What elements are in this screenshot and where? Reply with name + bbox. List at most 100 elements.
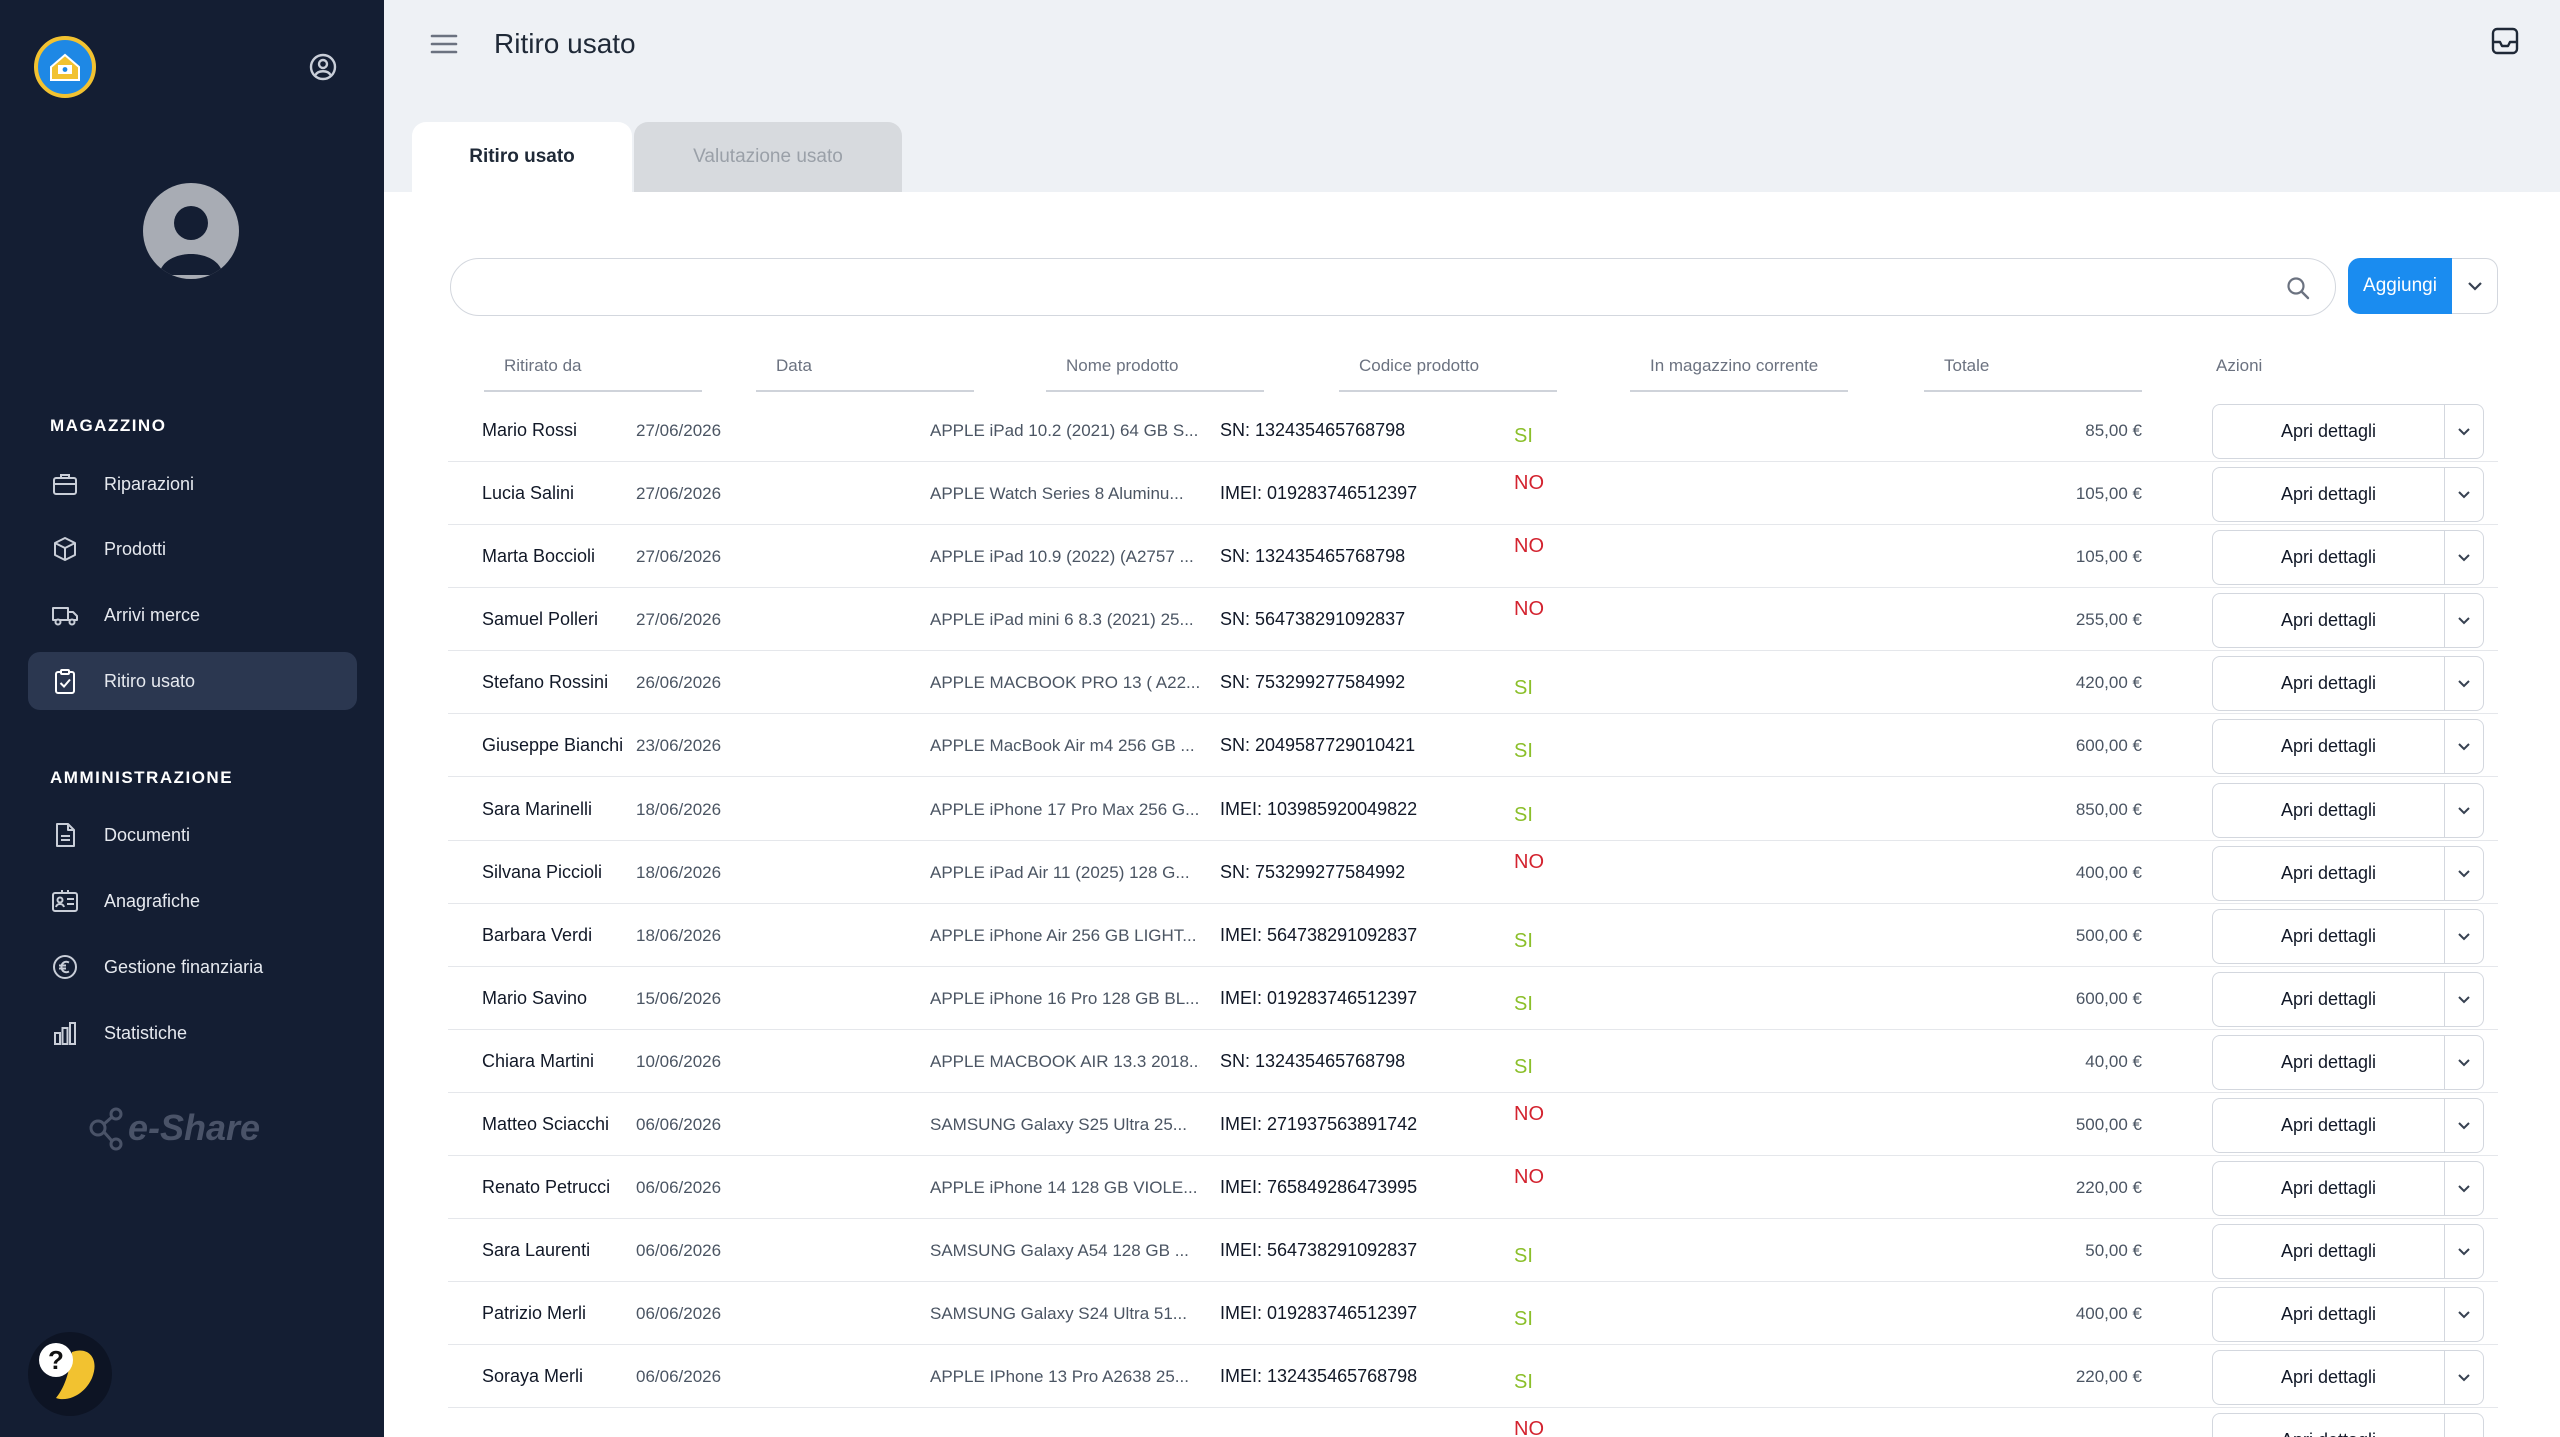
open-details-button[interactable]: Apri dettagli (2213, 847, 2445, 900)
cell-totale: 220,00 € (2075, 1177, 2142, 1197)
sidebar-item-statistiche[interactable]: Statistiche (28, 1004, 357, 1062)
open-details-button[interactable]: Apri dettagli (2213, 531, 2445, 584)
add-button[interactable]: Aggiungi (2348, 258, 2452, 314)
table-row[interactable]: Sara Laurenti 06/06/2026 SAMSUNG Galaxy A5… (448, 1219, 2498, 1282)
cell-totale: 85,00 € (2085, 420, 2142, 440)
open-details-button[interactable]: Apri dettagli (2213, 973, 2445, 1026)
table-row[interactable]: Barbara Verdi 18/06/2026 APPLE iPhone Air … (448, 904, 2498, 967)
table-row[interactable]: Matteo Sciacchi 06/06/2026 SAMSUNG Galaxy … (448, 1093, 2498, 1156)
table-row[interactable]: NO Apri dettagli (448, 1408, 2498, 1437)
open-details-button[interactable]: Apri dettagli (2213, 468, 2445, 521)
row-action-dropdown[interactable] (2445, 594, 2483, 647)
row-action-dropdown[interactable] (2445, 468, 2483, 521)
open-details-button[interactable]: Apri dettagli (2213, 1288, 2445, 1341)
cell-totale: 220,00 € (2075, 1366, 2142, 1386)
user-circle-icon[interactable] (306, 50, 340, 84)
row-action-dropdown[interactable] (2445, 720, 2483, 773)
column-underline (1924, 390, 2142, 392)
clipboard-icon (50, 666, 80, 696)
table-row[interactable]: Stefano Rossini 26/06/2026 APPLE MACBOOK P… (448, 651, 2498, 714)
sidebar-item-arrivi-merce[interactable]: Arrivi merce (28, 586, 357, 644)
cell-totale: 600,00 € (2075, 988, 2142, 1008)
sidebar-item-label: Riparazioni (104, 473, 195, 494)
sidebar-item-ritiro-usato[interactable]: Ritiro usato (28, 652, 357, 710)
column-header-in-magazzino[interactable]: In magazzino corrente (1650, 356, 1818, 376)
row-action-dropdown[interactable] (2445, 847, 2483, 900)
column-header-codice-prodotto[interactable]: Codice prodotto (1359, 356, 1479, 376)
app-logo[interactable] (34, 36, 96, 98)
row-action-split-button: Apri dettagli (2212, 530, 2484, 585)
table-row[interactable]: Lucia Salini 27/06/2026 APPLE Watch Series… (448, 462, 2498, 525)
add-dropdown-button[interactable] (2452, 258, 2498, 314)
open-details-button[interactable]: Apri dettagli (2213, 405, 2445, 458)
cell-codice-prodotto: IMEI: 103985920049822 (1220, 799, 1418, 819)
row-action-dropdown[interactable] (2445, 1225, 2483, 1278)
table-row[interactable]: Patrizio Merli 06/06/2026 SAMSUNG Galaxy S… (448, 1282, 2498, 1345)
tab-valutazione-usato[interactable]: Valutazione usato (634, 122, 902, 192)
open-details-button[interactable]: Apri dettagli (2213, 1162, 2445, 1215)
table-row[interactable]: Samuel Polleri 27/06/2026 APPLE iPad mini … (448, 588, 2498, 651)
table-row[interactable]: Marta Boccioli 27/06/2026 APPLE iPad 10.9 … (448, 525, 2498, 588)
cell-data: 27/06/2026 (636, 546, 722, 566)
search-icon[interactable] (2285, 275, 2311, 301)
row-action-dropdown[interactable] (2445, 1099, 2483, 1152)
open-details-button[interactable]: Apri dettagli (2213, 1036, 2445, 1089)
row-action-dropdown[interactable] (2445, 1414, 2483, 1437)
open-details-button[interactable]: Apri dettagli (2213, 720, 2445, 773)
table-row[interactable]: Chiara Martini 10/06/2026 APPLE MACBOOK AI… (448, 1030, 2498, 1093)
tab-ritiro-usato[interactable]: Ritiro usato (412, 122, 632, 192)
help-icon[interactable]: ? (26, 1330, 114, 1418)
avatar[interactable] (143, 183, 239, 279)
table-row[interactable]: Renato Petrucci 06/06/2026 APPLE iPhone 14… (448, 1156, 2498, 1219)
section-title-amministrazione: AMMINISTRAZIONE (50, 768, 234, 787)
open-details-button[interactable]: Apri dettagli (2213, 594, 2445, 647)
table-row[interactable]: Giuseppe Bianchi 23/06/2026 APPLE MacBook … (448, 714, 2498, 777)
chevron-down-icon (2458, 1248, 2470, 1256)
cell-nome-prodotto: APPLE MACBOOK PRO 13 ( A22... (930, 672, 1200, 692)
row-action-dropdown[interactable] (2445, 910, 2483, 963)
cell-codice-prodotto: SN: 753299277584992 (1220, 672, 1406, 692)
inbox-icon[interactable] (2490, 26, 2520, 56)
chevron-down-icon (2458, 933, 2470, 941)
row-action-dropdown[interactable] (2445, 657, 2483, 710)
open-details-button[interactable]: Apri dettagli (2213, 1351, 2445, 1404)
column-header-totale[interactable]: Totale (1944, 356, 1989, 376)
open-details-button[interactable]: Apri dettagli (2213, 1414, 2445, 1437)
cell-in-magazzino: SI (1514, 677, 1533, 699)
search-bar[interactable] (450, 258, 2336, 316)
row-action-dropdown[interactable] (2445, 784, 2483, 837)
row-action-dropdown[interactable] (2445, 1036, 2483, 1089)
chevron-down-icon (2458, 554, 2470, 562)
menu-icon[interactable] (430, 32, 458, 56)
open-details-button[interactable]: Apri dettagli (2213, 910, 2445, 963)
row-action-dropdown[interactable] (2445, 1162, 2483, 1215)
sidebar-item-anagrafiche[interactable]: Anagrafiche (28, 872, 357, 930)
row-action-dropdown[interactable] (2445, 1288, 2483, 1341)
column-header-ritirato-da[interactable]: Ritirato da (504, 356, 581, 376)
row-action-dropdown[interactable] (2445, 531, 2483, 584)
table-row[interactable]: Soraya Merli 06/06/2026 APPLE IPhone 13 Pr… (448, 1345, 2498, 1408)
column-header-data[interactable]: Data (776, 356, 812, 376)
cell-codice-prodotto: IMEI: 564738291092837 (1220, 925, 1418, 945)
row-action-dropdown[interactable] (2445, 405, 2483, 458)
table-row[interactable]: Sara Marinelli 18/06/2026 APPLE iPhone 17 … (448, 778, 2498, 841)
table-row[interactable]: Mario Savino 15/06/2026 APPLE iPhone 16 Pr… (448, 967, 2498, 1030)
chevron-down-icon (2458, 428, 2470, 436)
open-details-button[interactable]: Apri dettagli (2213, 1225, 2445, 1278)
sidebar-item-prodotti[interactable]: Prodotti (28, 520, 357, 578)
topbar: Ritiro usato (384, 0, 2560, 92)
open-details-button[interactable]: Apri dettagli (2213, 1099, 2445, 1152)
sidebar-item-gestione-finanziaria[interactable]: Gestione finanziaria (28, 938, 357, 996)
table-row[interactable]: Mario Rossi 27/06/2026 APPLE iPad 10.2 (20… (448, 399, 2498, 462)
open-details-button[interactable]: Apri dettagli (2213, 784, 2445, 837)
row-action-dropdown[interactable] (2445, 973, 2483, 1026)
cell-ritirato-da: Mario Rossi (482, 420, 578, 440)
sidebar-item-documenti[interactable]: Documenti (28, 806, 357, 864)
search-input[interactable] (475, 269, 2255, 305)
sidebar-item-riparazioni[interactable]: Riparazioni (28, 455, 357, 513)
row-action-dropdown[interactable] (2445, 1351, 2483, 1404)
column-header-nome-prodotto[interactable]: Nome prodotto (1066, 356, 1178, 376)
table-row[interactable]: Silvana Piccioli 18/06/2026 APPLE iPad Air… (448, 841, 2498, 904)
chevron-down-icon (2458, 996, 2470, 1004)
open-details-button[interactable]: Apri dettagli (2213, 657, 2445, 710)
